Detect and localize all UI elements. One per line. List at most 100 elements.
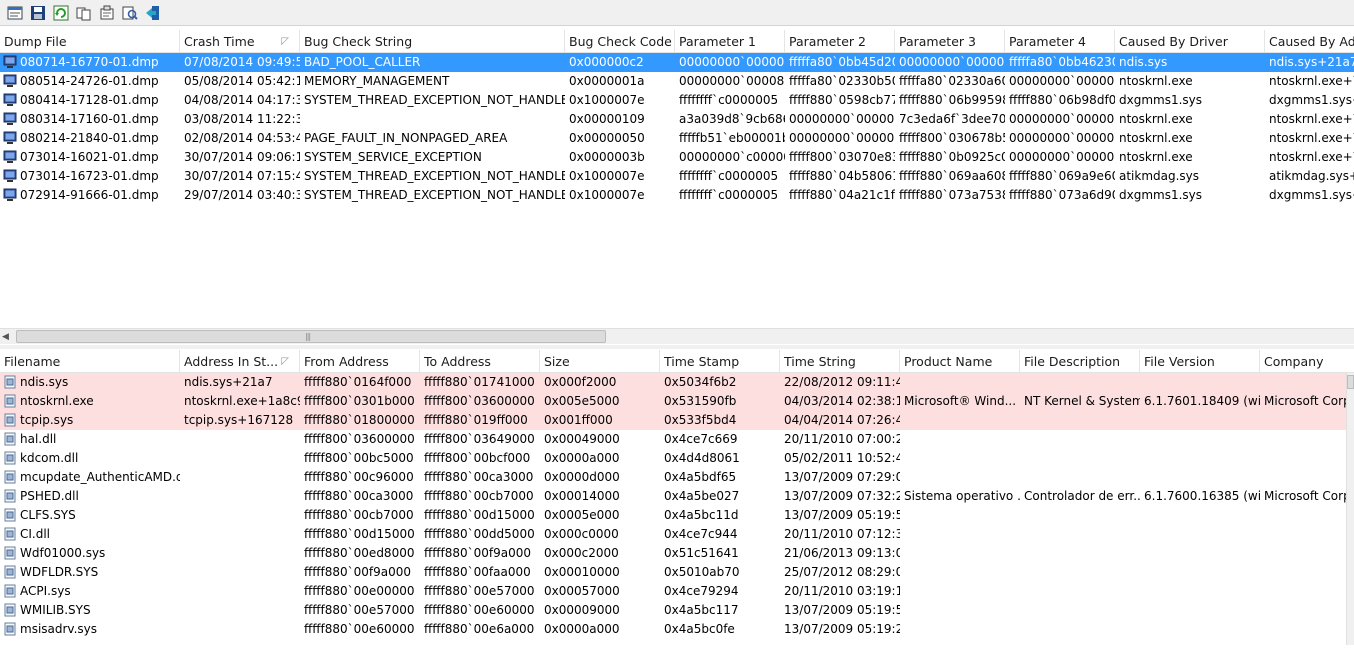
column-header[interactable]: Time Stamp <box>660 350 780 373</box>
open-dump-icon[interactable] <box>5 3 24 22</box>
table-cell: fffff800`030678b5 <box>899 131 1005 145</box>
scroll-left-icon[interactable]: ◀ <box>2 332 9 342</box>
column-header[interactable]: Parameter 1 <box>675 30 785 53</box>
table-cell: Sistema operativo ... <box>904 489 1020 503</box>
find-icon[interactable] <box>120 3 139 22</box>
vertical-scrollbar[interactable] <box>1346 373 1354 645</box>
column-header[interactable]: Crash Time ◸ <box>180 30 300 53</box>
refresh-icon[interactable] <box>51 3 70 22</box>
column-header[interactable]: From Address <box>300 350 420 373</box>
exit-icon[interactable] <box>143 3 162 22</box>
driver-row[interactable]: PSHED.dll fffff880`00ca3000 fffff880`00cb7… <box>0 487 1354 506</box>
dump-row[interactable]: 080514-24726-01.dmp 05/08/2014 05:42:1...… <box>0 72 1354 91</box>
driver-row[interactable]: WMILIB.SYS fffff880`00e57000 fffff880`00e6… <box>0 601 1354 620</box>
vscrollbar-thumb[interactable] <box>1347 375 1354 389</box>
table-cell <box>1020 506 1140 525</box>
table-cell: 080714-16770-01.dmp <box>20 55 159 69</box>
dump-row[interactable]: 073014-16021-01.dmp 30/07/2014 09:06:1...… <box>0 148 1354 167</box>
horizontal-scrollbar[interactable]: ◀ ||| <box>0 328 1354 344</box>
table-cell: 00000000`c00000... <box>679 150 785 164</box>
driver-row[interactable]: CI.dll fffff880`00d15000 fffff880`00dd5000… <box>0 525 1354 544</box>
table-cell: 20/11/2010 07:00:2... <box>784 432 900 446</box>
table-cell: ffffffff`c0000005 <box>679 93 779 107</box>
dump-row[interactable]: 073014-16723-01.dmp 30/07/2014 07:15:4...… <box>0 167 1354 186</box>
table-cell: 0x00010000 <box>544 565 620 579</box>
driver-row[interactable]: ndis.sys ndis.sys+21a7 fffff880`0164f000 ff… <box>0 373 1354 392</box>
table-cell: hal.dll <box>20 432 57 446</box>
column-header[interactable]: Dump File <box>0 30 180 53</box>
table-cell <box>1260 411 1354 430</box>
table-cell: 22/08/2012 09:11:4... <box>784 375 900 389</box>
table-cell: 02/08/2014 04:53:4... <box>184 131 300 145</box>
copy-icon[interactable] <box>74 3 93 22</box>
column-header[interactable]: Filename <box>0 350 180 373</box>
table-cell: 6.1.7601.18409 (wi... <box>1144 394 1260 408</box>
driver-row[interactable]: tcpip.sys tcpip.sys+167128 fffff880`018000… <box>0 411 1354 430</box>
table-cell <box>1020 373 1140 392</box>
column-header[interactable]: File Description <box>1020 350 1140 373</box>
column-header[interactable]: Time String <box>780 350 900 373</box>
table-cell: 20/11/2010 03:19:1... <box>784 584 900 598</box>
table-cell <box>1020 563 1140 582</box>
table-cell <box>1020 449 1140 468</box>
driver-row[interactable]: msisadrv.sys fffff880`00e60000 fffff880`00… <box>0 620 1354 639</box>
driver-row[interactable]: WDFLDR.SYS fffff880`00f9a000 fffff880`00fa… <box>0 563 1354 582</box>
table-cell: 0x4a5bc11d <box>664 508 739 522</box>
driver-row[interactable]: CLFS.SYS fffff880`00cb7000 fffff880`00d150… <box>0 506 1354 525</box>
column-header[interactable]: Parameter 3 <box>895 30 1005 53</box>
driver-row[interactable]: Wdf01000.sys fffff880`00ed8000 fffff880`00… <box>0 544 1354 563</box>
scrollbar-thumb[interactable] <box>16 330 606 343</box>
table-cell: 0x00000109 <box>569 112 645 126</box>
column-header[interactable]: Parameter 4 <box>1005 30 1115 53</box>
table-cell: 13/07/2009 05:19:2... <box>784 622 900 636</box>
table-cell: dxgmms1.sys+3 <box>1269 93 1354 107</box>
column-header[interactable]: Bug Check Code <box>565 30 675 53</box>
column-header[interactable]: Size <box>540 350 660 373</box>
column-header[interactable]: Bug Check String <box>300 30 565 53</box>
driver-row[interactable]: ACPI.sys fffff880`00e00000 fffff880`00e570… <box>0 582 1354 601</box>
table-cell: BAD_POOL_CALLER <box>304 55 421 69</box>
column-header[interactable]: Product Name <box>900 350 1020 373</box>
column-header[interactable]: To Address <box>420 350 540 373</box>
table-cell: dxgmms1.sys+2 <box>1269 188 1354 202</box>
table-cell: ACPI.sys <box>20 584 71 598</box>
dump-row[interactable]: 080214-21840-01.dmp 02/08/2014 04:53:4...… <box>0 129 1354 148</box>
table-cell: 20/11/2010 07:12:3... <box>784 527 900 541</box>
save-icon[interactable] <box>28 3 47 22</box>
table-cell: PAGE_FAULT_IN_NONPAGED_AREA <box>304 131 508 145</box>
table-cell <box>1140 411 1260 430</box>
table-cell: fffff880`04a21c1f <box>789 188 895 202</box>
table-cell: SYSTEM_THREAD_EXCEPTION_NOT_HANDLED <box>304 188 565 202</box>
driver-row[interactable]: kdcom.dll fffff800`00bc5000 fffff800`00bcf… <box>0 449 1354 468</box>
table-cell: SYSTEM_THREAD_EXCEPTION_NOT_HANDLED <box>304 93 565 107</box>
table-cell: 6.1.7600.16385 (wi... <box>1144 489 1260 503</box>
table-cell: 072914-91666-01.dmp <box>20 188 159 202</box>
table-cell: 073014-16723-01.dmp <box>20 169 159 183</box>
table-cell <box>1140 430 1260 449</box>
properties-icon[interactable] <box>97 3 116 22</box>
column-header[interactable]: File Version <box>1140 350 1260 373</box>
table-cell <box>1140 563 1260 582</box>
dump-row[interactable]: 080314-17160-01.dmp 03/08/2014 11:22:3...… <box>0 110 1354 129</box>
table-cell: 00000000`000000... <box>789 112 895 126</box>
table-cell: fffff880`00ca3000 <box>424 470 534 484</box>
driver-row[interactable]: mcupdate_AuthenticAMD.dll fffff880`00c960… <box>0 468 1354 487</box>
column-header[interactable]: Parameter 2 <box>785 30 895 53</box>
dump-list-rows: 080714-16770-01.dmp 07/08/2014 09:49:5...… <box>0 53 1354 205</box>
driver-row[interactable]: ntoskrnl.exe ntoskrnl.exe+1a8c93 fffff800`… <box>0 392 1354 411</box>
dump-row[interactable]: 080414-17128-01.dmp 04/08/2014 04:17:3...… <box>0 91 1354 110</box>
table-cell <box>1260 563 1354 582</box>
dump-row[interactable]: 072914-91666-01.dmp 29/07/2014 03:40:3...… <box>0 186 1354 205</box>
column-header[interactable]: Address In St... ◸ <box>180 350 300 373</box>
table-cell: 0x0000d000 <box>544 470 620 484</box>
table-cell <box>900 582 1020 601</box>
driver-row[interactable]: hal.dll fffff800`03600000 fffff800`0364900… <box>0 430 1354 449</box>
column-header[interactable]: Company <box>1260 350 1354 373</box>
column-header[interactable]: Caused By Addr <box>1265 30 1354 53</box>
column-header[interactable]: Caused By Driver <box>1115 30 1265 53</box>
dump-row[interactable]: 080714-16770-01.dmp 07/08/2014 09:49:5...… <box>0 53 1354 72</box>
table-cell: a3a039d8`9cb686... <box>679 112 785 126</box>
pane-splitter[interactable] <box>0 345 1354 349</box>
dump-list-header: Dump File Crash Time ◸ Bug Check String Bug … <box>0 30 1354 53</box>
table-cell: 00000000`000002... <box>1009 74 1115 88</box>
